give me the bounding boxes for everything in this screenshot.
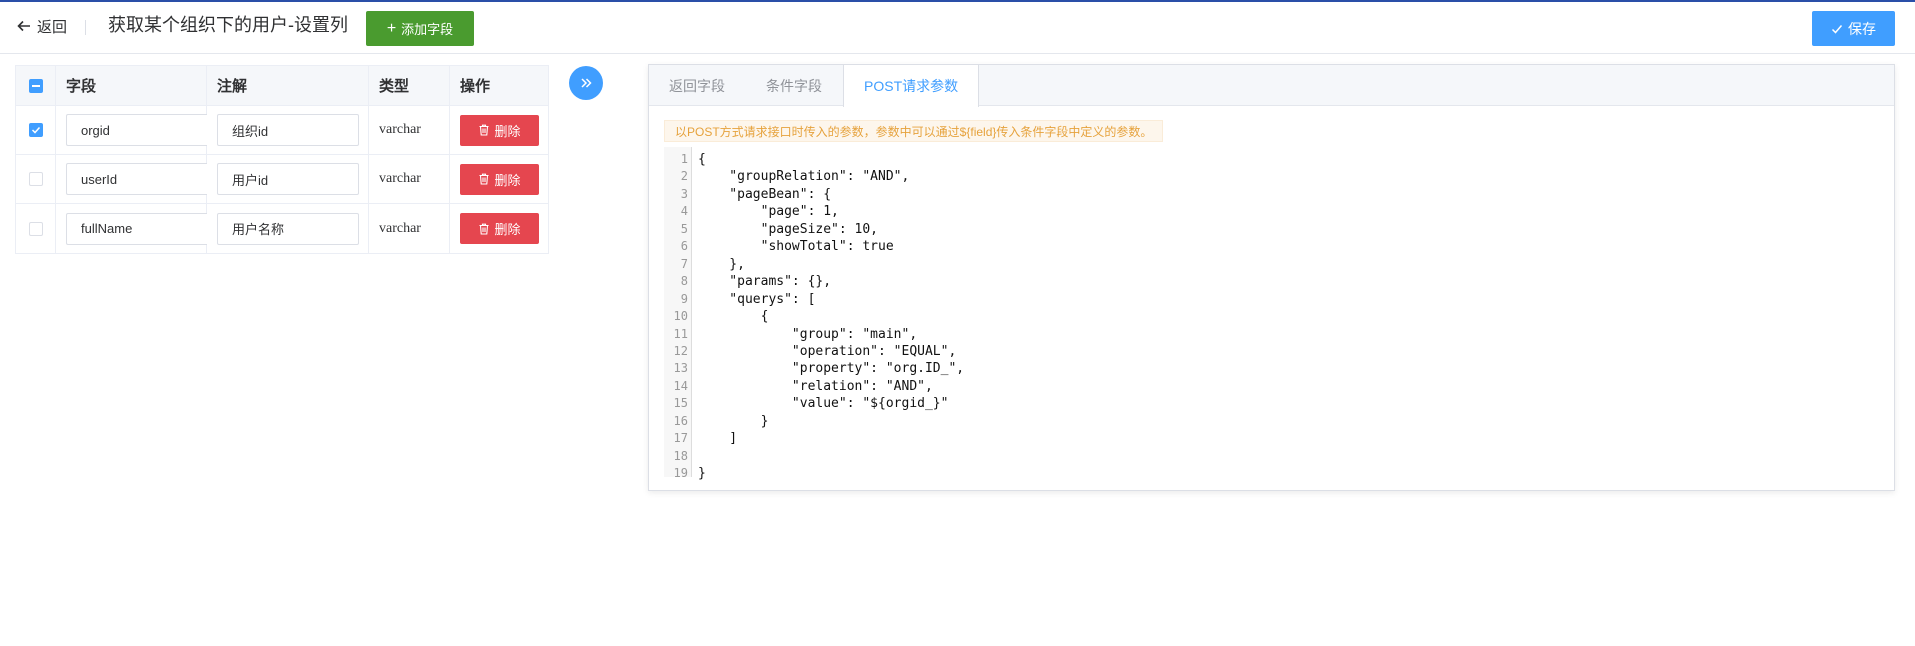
- line-number: 2: [680, 169, 688, 184]
- line-number: 8: [680, 274, 688, 289]
- table-row: varchar 删除: [16, 155, 548, 204]
- field-input[interactable]: [66, 114, 207, 146]
- line-number: 5: [680, 221, 688, 236]
- code-line: "params": {},: [698, 274, 832, 290]
- delete-label: 删除: [494, 172, 521, 188]
- line-number: 1: [680, 152, 688, 166]
- code-line: "group": "main",: [698, 326, 918, 342]
- row-checkbox[interactable]: [28, 123, 43, 137]
- tab-return-fields[interactable]: 返回字段: [649, 65, 746, 106]
- arrow-left-icon: [17, 20, 30, 32]
- line-number: 9: [680, 291, 688, 306]
- back-button[interactable]: 返回: [16, 14, 67, 38]
- save-button[interactable]: 保存: [1812, 11, 1895, 46]
- line-number: 4: [680, 204, 688, 219]
- table-row: varchar 删除: [16, 204, 548, 253]
- comment-input[interactable]: [217, 114, 359, 146]
- select-all-checkbox[interactable]: [28, 78, 43, 93]
- line-number: 6: [680, 239, 688, 254]
- field-input[interactable]: [66, 212, 207, 245]
- line-number: 10: [673, 309, 688, 324]
- code-line: }: [698, 413, 769, 429]
- code-line: "relation": "AND",: [698, 378, 933, 394]
- code-line: },: [698, 256, 745, 272]
- check-icon: [1831, 24, 1843, 34]
- line-number: 3: [680, 186, 688, 201]
- code-line: "operation": "EQUAL",: [698, 343, 957, 359]
- delete-button[interactable]: 删除: [460, 114, 539, 146]
- line-number: 11: [673, 326, 688, 341]
- add-field-button[interactable]: + 添加字段: [366, 11, 474, 46]
- line-number: 18: [673, 448, 688, 463]
- line-number: 16: [673, 413, 688, 428]
- post-params-notice: 以POST方式请求接口时传入的参数，参数中可以通过${field}传入条件字段中…: [664, 120, 1164, 142]
- back-label: 返回: [37, 18, 68, 36]
- config-panel: 返回字段 条件字段 POST请求参数 以POST方式请求接口时传入的参数，参数中…: [648, 64, 1895, 491]
- field-input[interactable]: [66, 163, 207, 195]
- double-chevron-right-icon: [581, 78, 592, 88]
- plus-icon: +: [386, 19, 397, 37]
- trash-icon: [479, 223, 489, 235]
- add-field-label: 添加字段: [401, 22, 454, 37]
- code-line: "groupRelation": "AND",: [698, 169, 910, 185]
- field-table: 字段 注解 类型 操作 varchar 删除 varchar 删除: [15, 65, 549, 254]
- check-icon: [31, 126, 40, 134]
- header-divider: [85, 20, 86, 35]
- line-number: 17: [673, 431, 688, 446]
- page-title: 获取某个组织下的用户-设置列: [108, 15, 348, 35]
- code-line: "pageSize": 10,: [698, 221, 879, 237]
- column-header-action: 操作: [460, 78, 491, 95]
- code-line: ]: [698, 431, 738, 447]
- save-label: 保存: [1848, 20, 1876, 37]
- comment-input[interactable]: [217, 163, 359, 195]
- field-type: varchar: [379, 220, 421, 236]
- line-number: 14: [673, 378, 688, 393]
- line-number: 15: [673, 396, 688, 411]
- delete-button[interactable]: 删除: [460, 163, 539, 195]
- trash-icon: [479, 173, 489, 185]
- code-line: {: [698, 152, 706, 167]
- delete-button[interactable]: 删除: [460, 213, 539, 244]
- line-number: 12: [673, 343, 688, 358]
- delete-label: 删除: [494, 123, 521, 139]
- tab-post-params[interactable]: POST请求参数: [843, 65, 980, 107]
- field-type: varchar: [379, 171, 421, 186]
- panel-tabs: 返回字段 条件字段 POST请求参数: [649, 65, 1894, 107]
- row-checkbox[interactable]: [28, 172, 43, 186]
- code-line: "property": "org.ID_",: [698, 361, 965, 377]
- column-header-comment: 注解: [207, 66, 369, 105]
- row-checkbox[interactable]: [28, 221, 43, 236]
- code-line: "showTotal": true: [698, 239, 894, 255]
- tab-condition-fields[interactable]: 条件字段: [746, 65, 843, 106]
- field-type: varchar: [379, 122, 421, 137]
- line-number: 19: [673, 466, 688, 481]
- delete-label: 删除: [494, 222, 521, 237]
- table-header: 字段 注解 类型 操作: [16, 66, 548, 106]
- collapse-toggle-button[interactable]: [569, 66, 603, 100]
- comment-input[interactable]: [217, 212, 359, 245]
- table-row: varchar 删除: [16, 106, 548, 155]
- column-header-field: 字段: [56, 66, 207, 105]
- line-number: 7: [680, 256, 688, 271]
- line-number: 13: [673, 361, 688, 376]
- page-header: 返回 获取某个组织下的用户-设置列 + 添加字段 保存: [0, 2, 1915, 54]
- code-line: "page": 1,: [698, 204, 839, 220]
- column-header-type: 类型: [369, 66, 450, 105]
- code-line: }: [698, 466, 706, 482]
- trash-icon: [479, 124, 489, 136]
- code-line: "pageBean": {: [698, 186, 832, 202]
- code-line: {: [698, 309, 769, 325]
- json-code-editor[interactable]: 1 {2 "groupRelation": "AND", 3 "pageBean":…: [664, 147, 1879, 481]
- code-line: "value": "${orgid_}": [698, 396, 949, 412]
- code-line: "querys": [: [698, 291, 816, 307]
